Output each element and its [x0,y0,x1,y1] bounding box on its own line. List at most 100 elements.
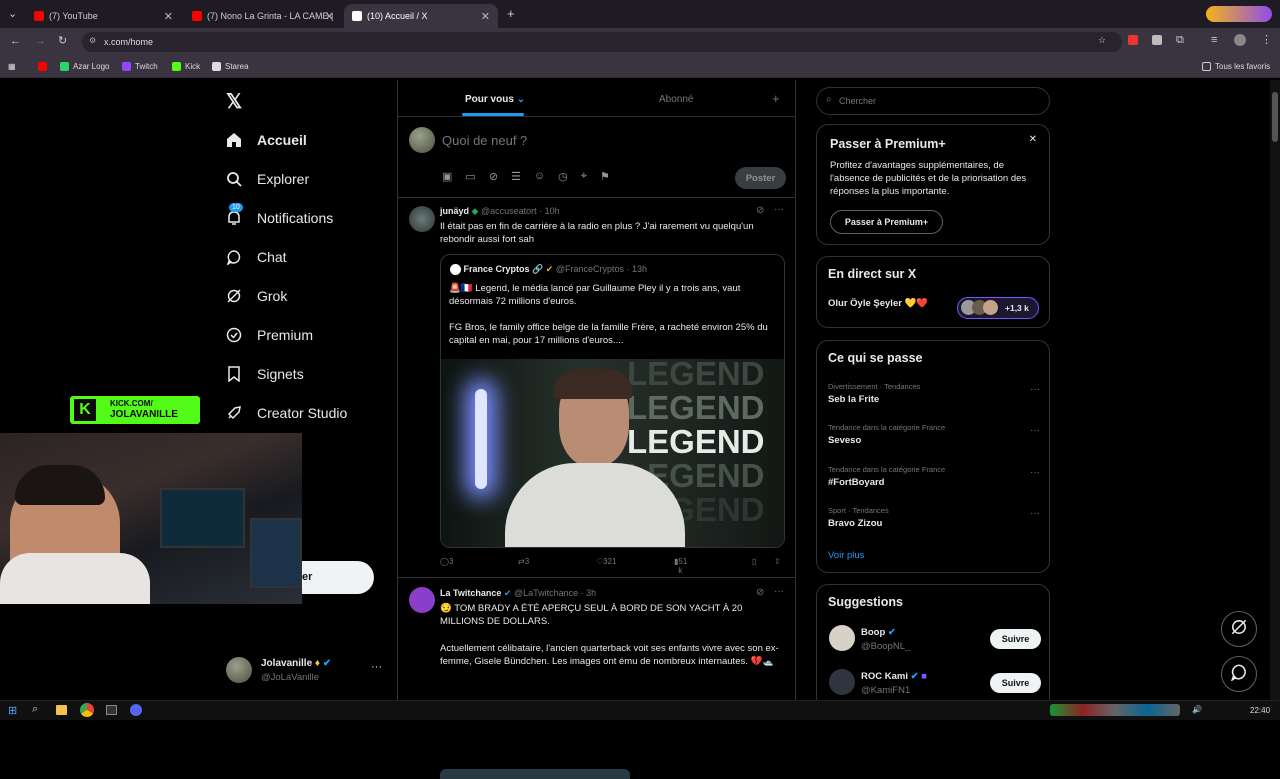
retweet-button[interactable]: ⇄ 3 [518,557,529,566]
trend-item[interactable]: Tendance dans la catégorie France #FortB… [828,465,1040,488]
author-handle[interactable]: @accuseatort [481,206,537,216]
chat-float-button[interactable] [1221,656,1257,692]
show-more-link[interactable]: Voir plus [828,550,864,561]
x-logo-icon[interactable]: 𝕏 [226,89,242,114]
chrome-icon[interactable] [80,703,94,717]
close-tab-icon[interactable]: ✕ [164,10,173,23]
avatar[interactable] [409,587,435,613]
trend-item[interactable]: Divertissement · Tendances Seb la Frite … [828,382,1040,405]
author-name[interactable]: La Twitchance [440,588,501,598]
author-handle[interactable]: @LaTwitchance [514,588,578,598]
suggestion-item[interactable]: Boop ✔ @BoopNL_ Suivre [817,621,1051,659]
author-name[interactable]: junäyd [440,206,469,216]
nav-item-chat[interactable]: Chat [225,248,287,266]
more-icon[interactable]: ··· [1030,508,1040,519]
profile-avatar[interactable] [1234,34,1246,46]
nav-item-grok[interactable]: Grok [225,287,287,305]
gif-icon[interactable]: ▭ [465,170,475,183]
browser-tab-youtube[interactable]: (7) YouTube ✕ [26,4,181,28]
extension-icon[interactable] [1152,35,1162,45]
bookmark-kick[interactable]: Kick [172,62,200,71]
tab-pour-vous[interactable]: Pour vous ⌄ [465,94,525,105]
page-scrollbar[interactable] [1270,80,1280,700]
tweet-media[interactable] [440,769,630,779]
views-button[interactable]: ▮ 51 k [674,557,687,575]
close-icon[interactable]: ✕ [1029,134,1037,145]
flag-icon[interactable]: ⚑ [600,170,610,183]
image-icon[interactable]: ▣ [442,170,452,183]
trend-item[interactable]: Sport · Tendances Bravo Zizou ··· [828,506,1040,529]
bookmark-icon[interactable]: ▯ [752,557,756,566]
suggestion-item[interactable]: ROC Kami ✔ ■ @KamiFN1 Suivre [817,665,1051,703]
new-tab-button[interactable]: + [507,6,515,21]
extension-icon[interactable] [1128,35,1138,45]
follow-button[interactable]: Suivre [990,629,1041,649]
emoji-icon[interactable]: ☺ [534,170,545,183]
nav-item-signets[interactable]: Signets [225,365,304,383]
bookmark-starea[interactable]: Starea [212,62,249,71]
more-icon[interactable]: ··· [1030,425,1040,436]
clock[interactable]: 22:40 [1250,706,1270,715]
browser-tab-x[interactable]: (10) Accueil / X ✕ [344,4,498,28]
live-listeners-pill[interactable]: +1,3 k [957,297,1039,319]
poster-button[interactable]: Poster [735,167,786,189]
avatar[interactable] [409,206,435,232]
grok-icon[interactable]: ⊘ [489,170,498,183]
location-icon[interactable]: ⌖ [581,170,587,183]
system-tray[interactable] [1050,704,1180,716]
poll-icon[interactable]: ☰ [511,170,521,183]
more-icon[interactable]: ··· [774,204,784,215]
trend-item[interactable]: Tendance dans la catégorie France Seveso… [828,423,1040,446]
tweet[interactable]: La Twitchance ✔ @LaTwitchance · 3h ⊘ ···… [398,579,795,779]
browser-tab-nono[interactable]: (7) Nono La Grinta - LA CAME | ✕ [184,4,342,28]
bookmark-youtube[interactable] [38,62,51,71]
nav-item-creator-studio[interactable]: Creator Studio [225,404,347,422]
tweet-time[interactable]: · 10h [539,206,560,216]
all-bookmarks[interactable]: Tous les favoris [1202,62,1270,71]
more-icon[interactable]: ··· [1030,384,1040,395]
compose-input[interactable]: Quoi de neuf ? [442,133,527,148]
tab-abonne[interactable]: Abonné [659,94,693,105]
quote-tweet[interactable]: France Cryptos 🔗 ✔ @FranceCryptos · 13h … [440,254,785,548]
search-icon[interactable]: ⌕ [32,703,38,716]
close-tab-icon[interactable]: ✕ [325,10,334,23]
forward-icon[interactable]: → [35,35,46,47]
extensions-puzzle-icon[interactable]: ⧉ [1176,34,1184,47]
browser-menu-icon[interactable]: ⋮ [1261,33,1272,46]
windows-start-icon[interactable]: ⊞ [8,704,17,717]
url-field[interactable]: ⚙ x.com/home ☆ [82,32,1122,52]
grok-float-button[interactable] [1221,611,1257,647]
share-icon[interactable]: ⇧ [774,557,781,566]
reload-icon[interactable]: ↻ [58,34,67,47]
app-icon[interactable] [106,705,117,715]
tweet-time[interactable]: · 3h [581,588,597,598]
premium-button[interactable]: Passer à Premium+ [830,210,943,234]
bookmark-twitch[interactable]: Twitch [122,62,158,71]
site-info-icon[interactable]: ⚙ [89,36,96,45]
reading-list-icon[interactable]: ≡ [1211,34,1217,46]
grok-icon[interactable]: ⊘ [756,205,764,216]
like-button[interactable]: ♡ 321 [596,557,617,566]
tweet[interactable]: junäyd ◆ @accuseatort · 10h ⊘ ··· Il éta… [398,199,795,578]
quote-image[interactable]: LEGEND LEGEND LEGEND LEGEND LEGEND [441,359,784,547]
bookmark-azar[interactable]: Azar Logo [60,62,109,71]
add-tab-icon[interactable]: + [772,91,780,106]
search-input[interactable]: ⌕ Chercher [816,87,1050,115]
account-switcher[interactable]: Jolavanille ♦ ✔ @JoLaVanille ··· [226,655,386,685]
nav-item-accueil[interactable]: Accueil [225,131,307,149]
schedule-icon[interactable]: ◷ [558,170,568,183]
live-space-title[interactable]: Olur Öyle Şeyler 💛❤️ [828,298,928,309]
scrollbar-thumb[interactable] [1272,92,1278,142]
discord-icon[interactable] [130,704,142,716]
tray-icons[interactable]: 🔊 [1192,705,1202,714]
close-tab-icon[interactable]: ✕ [481,10,490,23]
nav-item-notifications[interactable]: 10 Notifications [225,203,333,227]
more-icon[interactable]: ··· [371,661,382,673]
back-icon[interactable]: ← [10,35,21,47]
follow-button[interactable]: Suivre [990,673,1041,693]
nav-item-explorer[interactable]: Explorer [225,170,309,188]
reply-button[interactable]: ◯ 3 [440,557,453,566]
apps-grid-icon[interactable]: ▦ [8,62,16,71]
more-icon[interactable]: ··· [1030,467,1040,478]
nav-item-premium[interactable]: Premium [225,326,313,344]
